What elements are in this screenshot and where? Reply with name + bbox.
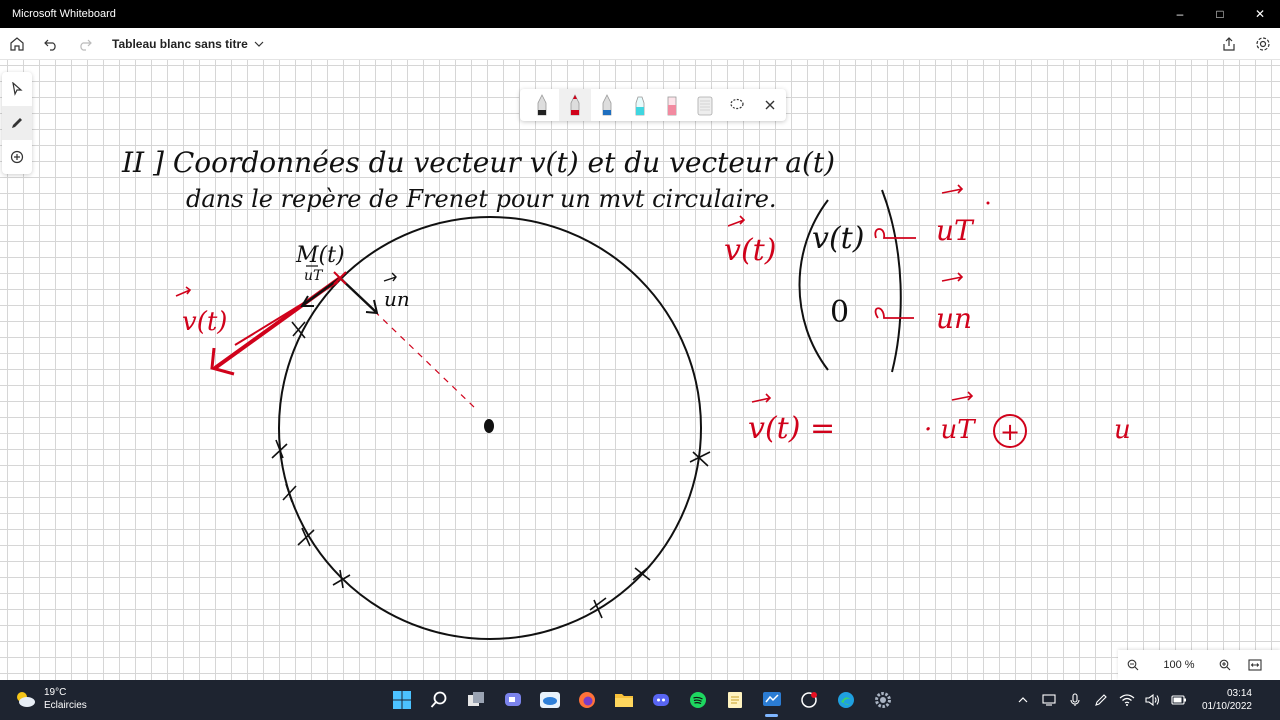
pen-menu-icon[interactable] [1088,680,1114,720]
equation-lhs-arrow [751,393,772,403]
matrix-row-2: 0 [830,295,849,330]
zoom-in-icon[interactable] [1210,650,1240,680]
onedrive-cloud-icon[interactable] [531,680,568,720]
heading-line-2: dans le repère de Frenet pour un mvt cir… [186,185,777,213]
matrix-row-1: v(t) [812,221,864,256]
pen-tray [520,89,786,121]
pink-highlighter-icon[interactable] [656,89,689,121]
teams-chat-icon[interactable] [494,680,531,720]
matrix-lhs: v(t) [724,233,776,268]
matrix-basis-1-arrow [941,184,964,194]
battery-icon[interactable] [1166,680,1192,720]
edge-browser-icon[interactable] [827,680,864,720]
zoom-level[interactable]: 100 % [1148,659,1210,671]
close-tray-icon[interactable] [754,89,787,121]
weather-widget[interactable]: 19°C Eclaircies [14,686,87,712]
partly-cloudy-icon [17,692,35,707]
clock-date: 01/10/2022 [1201,701,1252,712]
black-pen-icon[interactable] [526,89,559,121]
display-icon[interactable] [1036,680,1062,720]
weather-temperature: 19°C [44,687,67,698]
un-label-arrow [383,272,397,282]
equation-mid: · uT [924,415,976,445]
settings-gear-taskbar-icon[interactable] [864,680,901,720]
eraser-icon[interactable] [689,89,722,121]
taskbar-clock[interactable]: 03:14 01/10/2022 [1190,687,1252,713]
inking-pen-icon[interactable] [2,106,32,140]
ut-label: uT [304,268,324,284]
firefox-icon[interactable] [568,680,605,720]
notepad-file-icon[interactable] [716,680,753,720]
red-pen-icon[interactable] [558,89,591,121]
discord-icon[interactable] [642,680,679,720]
windows-taskbar: 19°C Eclaircies 03:14 01/10/2022 [0,680,1280,720]
wifi-icon[interactable] [1114,680,1140,720]
file-explorer-icon[interactable] [605,680,642,720]
whiteboard-app-icon[interactable] [753,680,790,720]
cyan-highlighter-icon[interactable] [624,89,657,121]
stray-dot [986,201,990,205]
clock-time: 03:14 [1226,688,1252,699]
zoom-out-icon[interactable] [1118,650,1148,680]
task-view-icon[interactable] [457,680,494,720]
circle-centre-dot [484,419,494,433]
start-windows-icon[interactable] [383,680,420,720]
blue-pen-icon[interactable] [591,89,624,121]
chevron-up-icon[interactable] [1010,680,1036,720]
equation-lhs: v(t) = [748,411,835,446]
chatgpt-logo-icon[interactable] [790,680,827,720]
left-toolbar [2,72,32,174]
select-pointer-icon[interactable] [2,72,32,106]
vt-label-arrow [175,286,192,297]
equation-mid-arrow [951,391,974,401]
fit-to-screen-icon[interactable] [1240,650,1270,680]
matrix-basis-1: uT [936,214,975,247]
equation-plus: + [1000,418,1020,446]
matrix-row-2-arrow [874,307,914,319]
microphone-icon[interactable] [1062,680,1088,720]
matrix-basis-2: un [936,302,972,335]
point-m-marker [333,271,347,285]
taskbar-pinned-apps [383,680,901,720]
zoom-control: 100 % [1118,650,1280,680]
matrix-lhs-arrow [727,215,746,227]
matrix-basis-2-arrow [941,272,964,282]
point-m-label: M(t) [295,243,345,268]
add-plus-icon[interactable] [2,140,32,174]
spotify-icon[interactable] [679,680,716,720]
search-icon[interactable] [420,680,457,720]
vt-label: v(t) [182,307,227,337]
matrix-right-paren [881,189,902,373]
heading-line-1: II ] Coordonnées du vecteur v(t) et du v… [121,146,835,179]
system-tray [1010,680,1192,720]
equation-tail: u [1114,415,1131,445]
volume-icon[interactable] [1140,680,1166,720]
un-label: un [384,287,410,311]
lasso-select-icon[interactable] [721,89,754,121]
weather-description: Eclaircies [44,700,87,711]
